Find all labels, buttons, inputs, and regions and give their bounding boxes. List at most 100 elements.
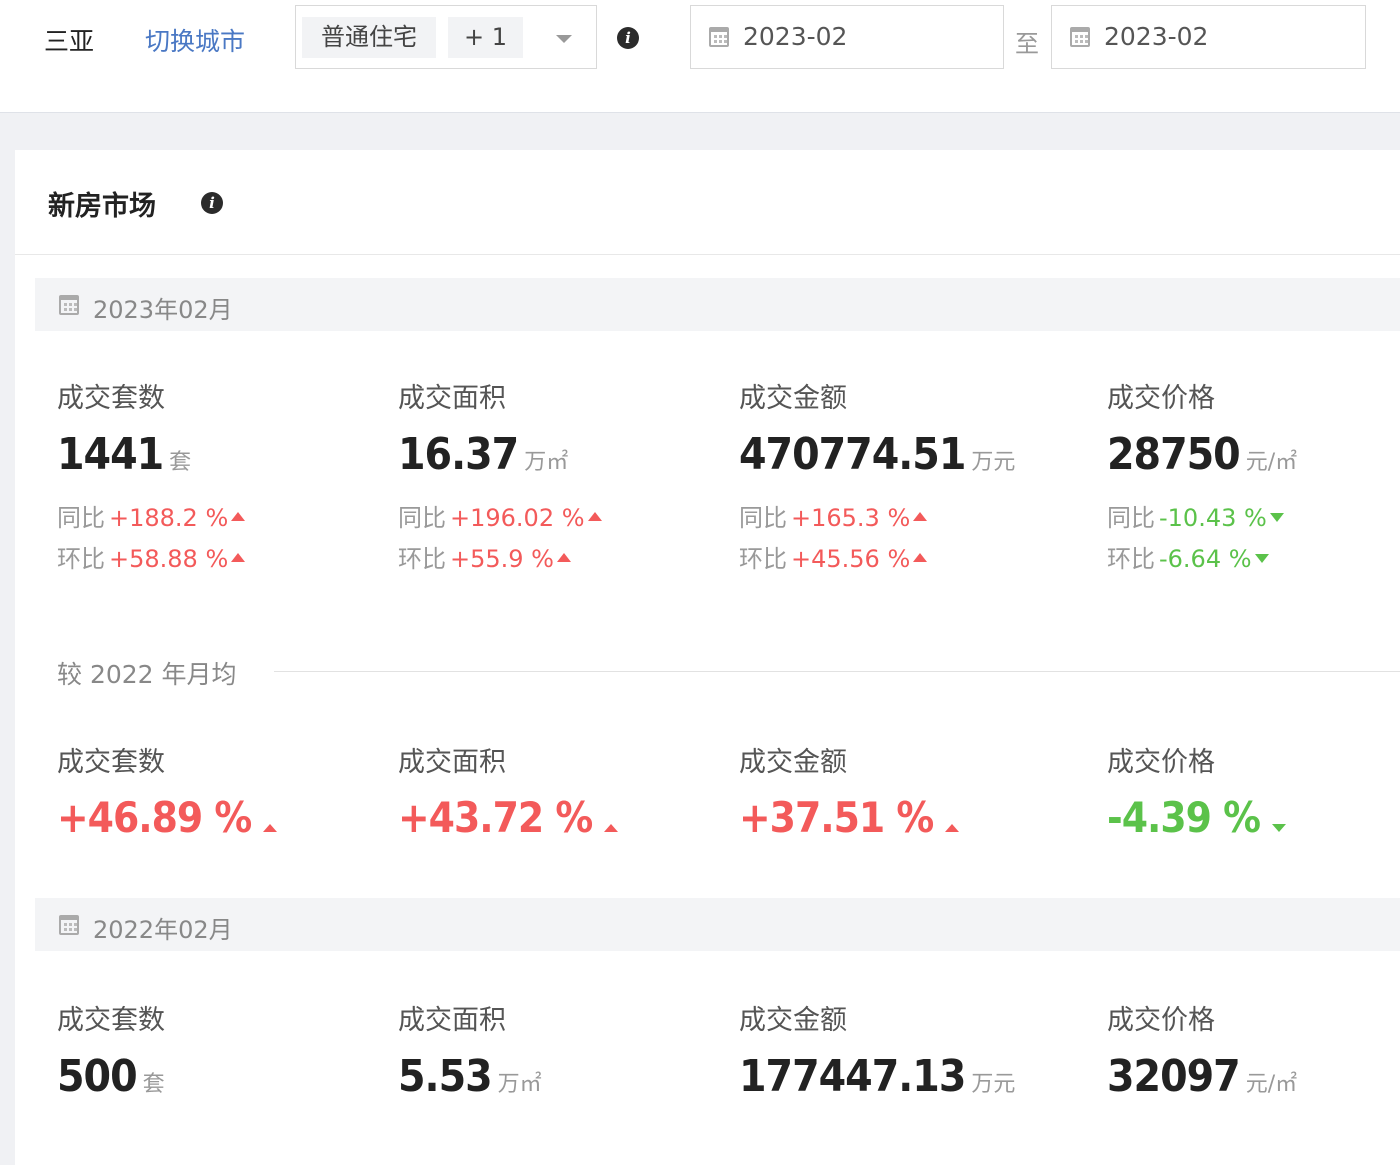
- yoy-label: 同比: [739, 504, 787, 532]
- metric-label: 成交价格: [1107, 747, 1215, 778]
- property-type-select[interactable]: 普通住宅 + 1: [295, 5, 597, 69]
- metric-label: 成交金额: [739, 1005, 847, 1036]
- arrow-up-icon: [587, 511, 602, 521]
- metric-value: 5.53: [398, 1051, 493, 1102]
- metric-value: 16.37: [398, 429, 519, 480]
- metric-unit: 元/㎡: [1245, 450, 1298, 475]
- mom-row: 环比 +58.88 %: [57, 539, 246, 580]
- metric-value: 1441: [57, 429, 164, 480]
- arrow-up-icon: [556, 552, 571, 562]
- mom-row: 环比 -6.64 %: [1107, 539, 1297, 580]
- vs-avg-amount-sold: 成交金额 +37.51 %: [739, 740, 960, 842]
- metric-label: 成交面积: [398, 1005, 506, 1036]
- start-date-value: 2023-02: [743, 22, 848, 51]
- mom-value: -6.64 %: [1159, 545, 1252, 573]
- yoy-label: 同比: [57, 504, 105, 532]
- metric-label: 成交金额: [739, 383, 847, 414]
- metric-value: 28750: [1107, 429, 1241, 480]
- yoy-label: 同比: [398, 504, 446, 532]
- metric-unit: 元/㎡: [1245, 1072, 1298, 1097]
- yoy-row: 同比 +196.02 %: [398, 498, 602, 539]
- mom-value: +55.9 %: [450, 545, 554, 573]
- vs-avg-value: +46.89 %: [57, 793, 252, 842]
- metric-units-sold: 成交套数 1441 套 同比 +188.2 % 环比 +58.88 %: [57, 376, 246, 580]
- previous-period-bar: 2022年02月: [35, 898, 1400, 951]
- yoy-label: 同比: [1107, 504, 1155, 532]
- metric-value: 32097: [1107, 1051, 1241, 1102]
- previous-period-label: 2022年02月: [93, 916, 233, 944]
- divider: [15, 254, 1400, 255]
- metric-label: 成交套数: [57, 383, 165, 414]
- mom-row: 环比 +45.56 %: [739, 539, 1015, 580]
- metric-unit: 套: [142, 1072, 165, 1097]
- arrow-up-icon: [913, 511, 928, 521]
- metric-unit: 万元: [971, 1072, 1016, 1097]
- metric-label: 成交面积: [398, 383, 506, 414]
- vs-avg-value: -4.39 %: [1107, 793, 1261, 842]
- mom-value: +45.56 %: [791, 545, 911, 573]
- vs-avg-area-sold: 成交面积 +43.72 %: [398, 740, 619, 842]
- metric-label: 成交面积: [398, 747, 506, 778]
- metric-value: 470774.51: [739, 429, 966, 480]
- property-type-tag: 普通住宅: [302, 17, 436, 58]
- card-title: 新房市场: [48, 191, 156, 222]
- prev-metric-avg-price: 成交价格 32097 元/㎡: [1107, 998, 1297, 1102]
- yoy-row: 同比 +188.2 %: [57, 498, 246, 539]
- vs-avg-avg-price: 成交价格 -4.39 %: [1107, 740, 1286, 842]
- mom-label: 环比: [1107, 545, 1155, 573]
- arrow-down-icon: [1271, 823, 1286, 832]
- chevron-down-icon: [556, 35, 572, 43]
- metric-avg-price: 成交价格 28750 元/㎡ 同比 -10.43 % 环比 -6.64 %: [1107, 376, 1297, 580]
- compare-section-title: 较 2022 年月均: [57, 660, 237, 689]
- info-icon[interactable]: i: [617, 27, 639, 49]
- metric-unit: 万㎡: [497, 1072, 542, 1097]
- yoy-value: +165.3 %: [791, 504, 911, 532]
- yoy-value: +188.2 %: [109, 504, 229, 532]
- yoy-row: 同比 -10.43 %: [1107, 498, 1297, 539]
- prev-metric-units-sold: 成交套数 500 套: [57, 998, 165, 1102]
- date-range-separator: 至: [1015, 30, 1039, 58]
- current-period-label: 2023年02月: [93, 296, 233, 324]
- metric-label: 成交套数: [57, 1005, 165, 1036]
- arrow-up-icon: [231, 511, 246, 521]
- metric-area-sold: 成交面积 16.37 万㎡ 同比 +196.02 % 环比 +55.9 %: [398, 376, 602, 580]
- mom-label: 环比: [398, 545, 446, 573]
- switch-city-link[interactable]: 切换城市: [145, 22, 245, 58]
- metric-unit: 万元: [971, 450, 1016, 475]
- calendar-icon: [59, 915, 79, 935]
- metric-label: 成交价格: [1107, 1005, 1215, 1036]
- calendar-icon: [59, 295, 79, 315]
- metric-unit: 套: [169, 450, 192, 475]
- arrow-up-icon: [263, 823, 278, 832]
- calendar-icon: [709, 27, 729, 47]
- end-date-value: 2023-02: [1104, 22, 1209, 51]
- yoy-row: 同比 +165.3 %: [739, 498, 1015, 539]
- metric-label: 成交金额: [739, 747, 847, 778]
- arrow-down-icon: [1254, 553, 1269, 563]
- arrow-up-icon: [913, 552, 928, 562]
- calendar-icon: [1070, 27, 1090, 47]
- metric-value: 500: [57, 1051, 138, 1102]
- yoy-value: +196.02 %: [450, 504, 585, 532]
- metric-amount-sold: 成交金额 470774.51 万元 同比 +165.3 % 环比 +45.56 %: [739, 376, 1015, 580]
- property-type-more-tag: + 1: [448, 17, 523, 58]
- vs-avg-units-sold: 成交套数 +46.89 %: [57, 740, 278, 842]
- vs-avg-value: +43.72 %: [398, 793, 593, 842]
- mom-value: +58.88 %: [109, 545, 229, 573]
- arrow-down-icon: [1269, 512, 1284, 522]
- metric-value: 177447.13: [739, 1051, 966, 1102]
- metric-unit: 万㎡: [524, 450, 569, 475]
- mom-label: 环比: [57, 545, 105, 573]
- current-city: 三亚: [44, 27, 95, 56]
- vs-avg-value: +37.51 %: [739, 793, 934, 842]
- info-icon[interactable]: i: [201, 192, 223, 214]
- end-date-picker[interactable]: 2023-02: [1051, 5, 1366, 69]
- yoy-value: -10.43 %: [1159, 504, 1267, 532]
- new-house-market-card: 新房市场 i 2023年02月 成交套数 1441 套 同比 +188.2 % 环比…: [15, 150, 1400, 1165]
- prev-metric-amount-sold: 成交金额 177447.13 万元: [739, 998, 1015, 1102]
- filter-toolbar: 三亚 切换城市 普通住宅 + 1 i 2023-02 至 2023-02: [0, 0, 1400, 113]
- start-date-picker[interactable]: 2023-02: [690, 5, 1004, 69]
- divider: [274, 671, 1400, 672]
- metric-label: 成交价格: [1107, 383, 1215, 414]
- mom-row: 环比 +55.9 %: [398, 539, 602, 580]
